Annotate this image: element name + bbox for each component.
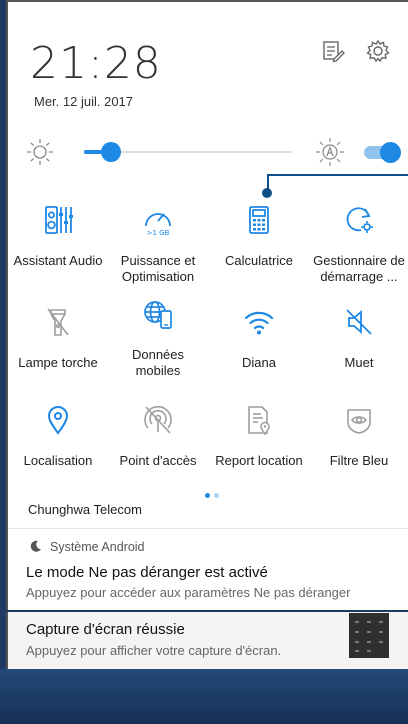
screenshot-notification-text: Appuyez pour afficher votre capture d'éc… bbox=[26, 643, 282, 658]
tile-donnees-mobiles[interactable]: Données mobiles bbox=[108, 298, 208, 379]
edit-notes-icon[interactable] bbox=[320, 38, 346, 64]
screenshot-preview-image bbox=[349, 613, 389, 658]
quick-settings-panel: 21:28 Mer. 12 juil. 2017 Assistant Audio… bbox=[6, 0, 408, 610]
auto-brightness-toggle[interactable] bbox=[364, 142, 401, 163]
carrier-name: Chunghwa Telecom bbox=[28, 502, 142, 517]
tile-label: Assistant Audio bbox=[13, 253, 103, 268]
tile-label: Lampe torche bbox=[18, 355, 98, 370]
brightness-row bbox=[8, 132, 408, 172]
callout-line bbox=[267, 174, 408, 192]
wifi-icon bbox=[244, 311, 274, 335]
tile-label: Puissance et Optimisation bbox=[120, 253, 196, 284]
tile-diana-wifi[interactable]: Diana bbox=[209, 306, 309, 371]
sun-icon bbox=[27, 139, 53, 165]
tile-muet[interactable]: Muet bbox=[309, 306, 408, 371]
tile-label: Localisation bbox=[23, 453, 93, 468]
tile-label: Calculatrice bbox=[225, 253, 293, 268]
flashlight-icon bbox=[47, 308, 69, 336]
settings-gear-icon[interactable] bbox=[365, 38, 391, 64]
tile-label: Point d'accès bbox=[119, 453, 197, 468]
tile-puissance-optimisation[interactable]: >1 GB Puissance et Optimisation bbox=[108, 204, 208, 285]
blue-filter-icon bbox=[347, 409, 371, 434]
hotspot-icon bbox=[144, 405, 172, 434]
speedometer-icon: >1 GB bbox=[145, 213, 171, 237]
dnd-notification-title[interactable]: Le mode Ne pas déranger est activé bbox=[26, 564, 268, 581]
wallpaper-strip bbox=[0, 669, 408, 724]
page-dot bbox=[214, 493, 219, 498]
tile-label: Diana bbox=[242, 355, 276, 370]
tile-label: Filtre Bleu bbox=[329, 453, 389, 468]
tile-label: Muet bbox=[344, 355, 374, 370]
report-location-icon bbox=[248, 406, 270, 436]
moon-icon bbox=[30, 540, 41, 552]
notification-app-name: Système Android bbox=[50, 540, 145, 554]
auto-brightness-icon bbox=[316, 138, 344, 166]
tile-filtre-bleu[interactable]: Filtre Bleu bbox=[309, 404, 408, 469]
toggle-knob bbox=[380, 142, 401, 163]
svg-text:>1 GB: >1 GB bbox=[147, 229, 170, 236]
startup-manager-icon bbox=[346, 207, 373, 233]
tile-label: Gestionnaire de démarrage ... bbox=[313, 253, 405, 284]
page-dot-active bbox=[205, 493, 210, 498]
tile-label: Report location bbox=[215, 453, 303, 468]
clock-time[interactable]: 21:28 bbox=[30, 38, 162, 89]
screenshot-notification[interactable]: Capture d'écran réussie Appuyez pour aff… bbox=[6, 612, 408, 669]
tile-label: Données mobiles bbox=[131, 347, 185, 378]
brightness-slider-thumb[interactable] bbox=[101, 142, 122, 162]
tile-localisation[interactable]: Localisation bbox=[8, 404, 108, 469]
date-label[interactable]: Mer. 12 juil. 2017 bbox=[34, 94, 133, 109]
callout-dot bbox=[262, 188, 272, 198]
screenshot-thumbnail[interactable] bbox=[349, 613, 389, 658]
page-indicator bbox=[203, 485, 221, 503]
divider bbox=[8, 528, 408, 529]
audio-equalizer-icon bbox=[45, 206, 73, 234]
tile-point-acces[interactable]: Point d'accès bbox=[108, 404, 208, 469]
dnd-notification-text[interactable]: Appuyez pour accéder aux paramètres Ne p… bbox=[26, 585, 350, 600]
tile-gestionnaire-demarrage[interactable]: Gestionnaire de démarrage ... bbox=[309, 204, 408, 285]
calculator-icon bbox=[249, 206, 269, 234]
mute-icon bbox=[346, 309, 372, 335]
tile-lampe-torche[interactable]: Lampe torche bbox=[8, 306, 108, 371]
tile-assistant-audio[interactable]: Assistant Audio bbox=[8, 204, 108, 269]
tile-calculatrice[interactable]: Calculatrice bbox=[209, 204, 309, 269]
screenshot-notification-title: Capture d'écran réussie bbox=[26, 621, 185, 638]
tile-report-location[interactable]: Report location bbox=[209, 404, 309, 469]
mobile-data-icon bbox=[144, 301, 172, 329]
location-icon bbox=[47, 406, 69, 435]
notification-app-header[interactable]: Système Android bbox=[30, 540, 145, 554]
